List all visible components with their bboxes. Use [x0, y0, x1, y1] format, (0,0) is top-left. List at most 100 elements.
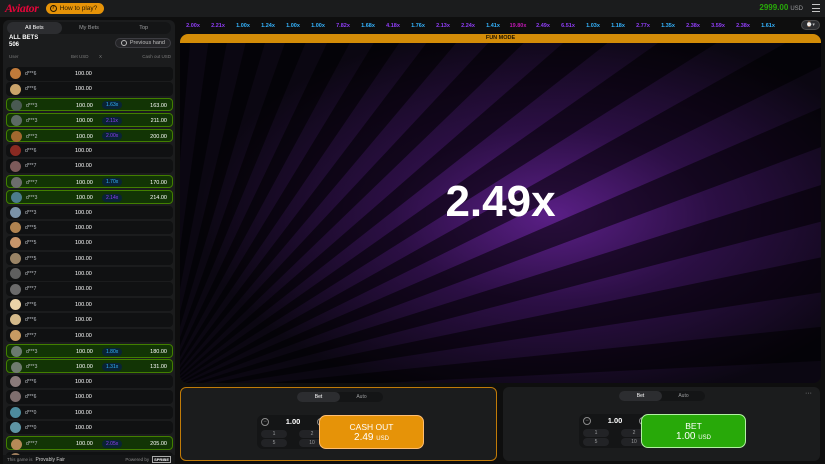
bets-column-headers: User Bet USD X Cash out USD	[9, 54, 171, 60]
bet-user: d***7	[26, 441, 38, 448]
bet-amount: 100.00	[75, 147, 92, 154]
bet-user: d***6	[25, 378, 37, 385]
bet-multiplier: 1.80x	[102, 347, 123, 356]
bet-multiplier: 2.11x	[102, 116, 122, 125]
spribe-logo: SPRIBE	[152, 456, 171, 463]
question-icon: ?	[49, 5, 57, 12]
aviator-logo[interactable]: Aviator	[5, 1, 39, 16]
bet-row: d***2 100.00 2.00x 200.00	[6, 128, 173, 143]
bet-cashout: 214.00	[150, 195, 167, 202]
avatar	[10, 145, 21, 157]
history-multiplier: 1.00x	[311, 22, 325, 29]
hamburger-menu-icon[interactable]	[812, 4, 820, 12]
tab-all-bets[interactable]: All Bets	[7, 22, 62, 34]
history-multiplier: 1.00x	[236, 22, 250, 29]
bet-row: d***6 100.00	[6, 374, 173, 389]
bet-amount: 100.00	[76, 441, 93, 448]
avatar	[10, 391, 21, 403]
bet-user: d***5	[25, 224, 37, 231]
bet-amount: 100.00	[75, 271, 92, 278]
bet-user: d***6	[25, 394, 37, 401]
bet-amount: 100.00	[75, 71, 92, 77]
clock-icon	[120, 40, 127, 46]
previous-hand-label: Previous hand	[129, 40, 165, 46]
avatar	[11, 99, 22, 111]
provably-fair-link[interactable]: Provably Fair	[36, 457, 65, 463]
bet-amount: 100.00	[75, 301, 92, 308]
history-multiplier: 7.82x	[336, 22, 350, 29]
cash-out-button[interactable]: CASH OUT 2.49 USD	[319, 415, 424, 449]
bet-label: BET	[685, 421, 702, 431]
bet-user: d***7	[26, 179, 38, 186]
bet-user: d***6	[25, 71, 37, 77]
history-multiplier: 1.68x	[361, 22, 375, 29]
bet-multiplier: 1.63x	[102, 101, 123, 110]
quick-bet-1[interactable]: 1	[261, 430, 287, 438]
bet-multiplier: 2.05x	[102, 439, 123, 448]
bet-amount: 100.00	[76, 179, 93, 186]
aviator-app: Aviator ? How to play? 2999.00 USD All Be…	[0, 0, 825, 464]
bet-user: d***6	[25, 317, 37, 324]
quick-bet-5[interactable]: 5	[261, 439, 287, 447]
bet-user: d***3	[25, 209, 37, 216]
avatar	[10, 252, 21, 264]
bet-amount: 100.00	[75, 163, 92, 170]
tab-bet[interactable]: Bet	[297, 392, 340, 402]
bet-user: d***7	[25, 271, 37, 278]
cash-out-value: 2.49	[354, 432, 374, 443]
history-multiplier: 6.51x	[561, 22, 575, 29]
bet-amount: 100.00	[76, 102, 93, 109]
history-multiplier: 1.00x	[286, 22, 300, 29]
cash-out-currency: USD	[376, 436, 389, 442]
bet-user: d***3	[26, 195, 38, 202]
history-multiplier: 1.18x	[611, 22, 625, 29]
bet-amount: 100.00	[76, 195, 93, 202]
avatar	[11, 438, 22, 450]
bet-multiplier: 1.31x	[102, 363, 123, 372]
history-multiplier: 4.18x	[386, 22, 400, 29]
more-options-icon[interactable]: ···	[805, 390, 812, 397]
tab-top[interactable]: Top	[116, 22, 171, 34]
header-user: User	[9, 54, 19, 59]
bet-amount: 100.00	[75, 286, 92, 293]
bet-user: d***3	[26, 102, 38, 109]
bet-amount: 100.00	[76, 133, 93, 140]
header-x: X	[99, 54, 103, 59]
quick-bet-1[interactable]: 1	[583, 429, 609, 437]
bet-amount: 100.00	[75, 86, 92, 93]
how-to-play-button[interactable]: ? How to play?	[45, 3, 105, 14]
tab-my-bets[interactable]: My Bets	[62, 22, 117, 34]
history-multiplier: 2.77x	[636, 22, 650, 29]
bet-amount: 100.00	[76, 118, 93, 125]
bet-amount: 100.00	[75, 255, 92, 262]
bet-row: d***3 100.00 2.14x 214.00	[6, 190, 173, 204]
bets-list: d***6 100.00 d***6 100.00 d***3 100.00 1.63x 16…	[6, 67, 173, 464]
bet-amount: 100.00	[75, 240, 92, 247]
bet-user: d***3	[26, 118, 38, 125]
previous-hand-button[interactable]: Previous hand	[114, 38, 171, 48]
quick-bet-5[interactable]: 5	[583, 438, 609, 446]
game-canvas: FUN MODE 2.49x	[180, 34, 821, 383]
bet-amount: 100.00	[75, 209, 92, 216]
bet-value: 1.00	[676, 431, 696, 442]
tab-auto[interactable]: Auto	[662, 391, 705, 401]
bet-user: d***7	[25, 332, 37, 339]
avatar	[10, 376, 21, 387]
bet-row: d***5 100.00	[6, 220, 173, 235]
history-multiplier: 1.41x	[486, 22, 500, 29]
bet-multiplier: 1.70x	[102, 178, 123, 187]
bet-button[interactable]: BET 1.00 USD	[641, 414, 746, 448]
avatar	[10, 299, 21, 311]
avatar	[10, 237, 21, 249]
bet-row: d***3 100.00	[6, 205, 173, 220]
avatar	[10, 83, 21, 95]
tab-bet[interactable]: Bet	[619, 391, 662, 401]
balance: 2999.00 USD	[759, 3, 803, 12]
history-dropdown-button[interactable]: ⌚▾	[801, 20, 820, 30]
bet-mode-switch-1: Bet Auto	[297, 392, 383, 402]
avatar	[10, 68, 21, 80]
history-multiplier: 1.24x	[261, 22, 275, 29]
tab-auto[interactable]: Auto	[340, 392, 383, 402]
bet-cashout: 180.00	[150, 349, 167, 356]
avatar	[10, 422, 21, 434]
